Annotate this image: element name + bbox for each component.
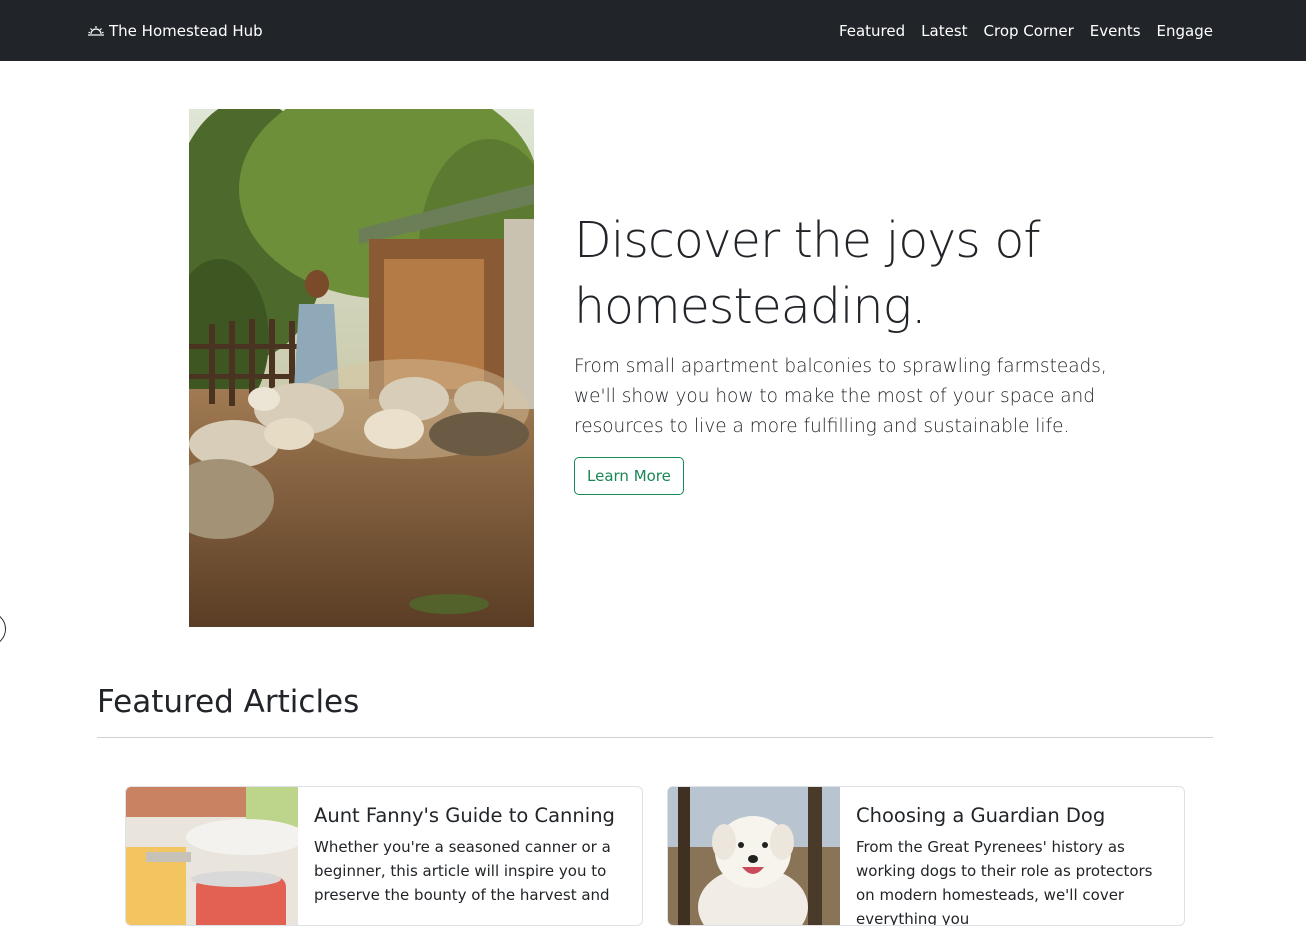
card-body: Choosing a Guardian Dog From the Great P… <box>840 787 1184 925</box>
brand-link[interactable]: The Homestead Hub <box>88 22 263 40</box>
brand-name: The Homestead Hub <box>109 21 263 40</box>
card-text: From the Great Pyrenees' history as work… <box>856 838 1153 926</box>
hero-title: Discover the joys of homesteading. <box>574 212 1041 335</box>
hero-image <box>189 109 534 627</box>
nav-link-events[interactable]: Events <box>1090 22 1141 40</box>
card-title[interactable]: Aunt Fanny's Guide to Canning <box>314 803 626 829</box>
side-toggle-button[interactable] <box>0 612 6 646</box>
nav-link-engage[interactable]: Engage <box>1157 22 1213 40</box>
nav-link-featured[interactable]: Featured <box>839 22 905 40</box>
sunrise-icon <box>88 25 104 36</box>
canning-image <box>126 787 298 925</box>
card-title[interactable]: Choosing a Guardian Dog <box>856 803 1168 829</box>
card-text: Whether you're a seasoned canner or a be… <box>314 838 611 904</box>
hero-lead: From small apartment balconies to sprawl… <box>574 356 1107 437</box>
hero-text: Discover the joys of homesteading. From … <box>574 208 1114 495</box>
nav-links: Featured Latest Crop Corner Events Engag… <box>839 22 1213 40</box>
article-card-guardian-dog[interactable]: Choosing a Guardian Dog From the Great P… <box>667 786 1185 926</box>
nav-link-latest[interactable]: Latest <box>921 22 967 40</box>
card-body: Aunt Fanny's Guide to Canning Whether yo… <box>298 787 642 925</box>
guardian-dog-image <box>668 787 840 925</box>
learn-more-button[interactable]: Learn More <box>574 457 684 495</box>
article-card-canning[interactable]: Aunt Fanny's Guide to Canning Whether yo… <box>125 786 643 926</box>
featured-heading: Featured Articles <box>97 684 360 720</box>
section-divider <box>97 737 1213 738</box>
nav-link-crop-corner[interactable]: Crop Corner <box>984 22 1074 40</box>
navbar: The Homestead Hub Featured Latest Crop C… <box>0 0 1306 61</box>
